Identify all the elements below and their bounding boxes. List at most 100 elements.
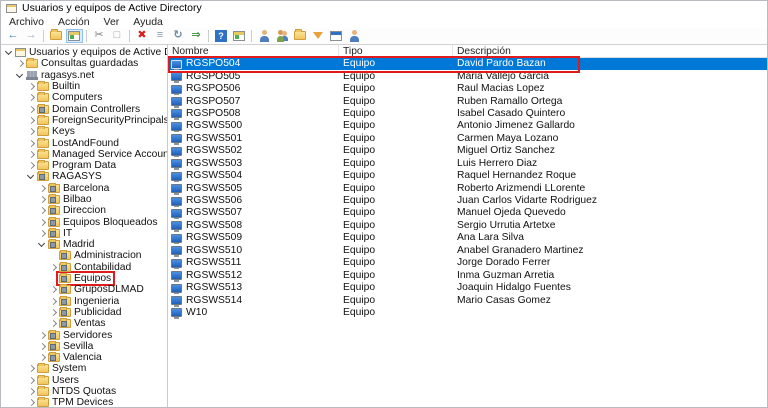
menu-ver[interactable]: Ver (104, 16, 120, 28)
new-user-icon[interactable] (256, 29, 273, 43)
table-row[interactable]: RGSWS500 Equipo Antonio Jimenez Gallardo (168, 120, 767, 132)
expander-chevron-icon[interactable] (26, 161, 35, 170)
delete-icon[interactable]: ✖ (134, 29, 151, 43)
tree-item-equipos[interactable]: Equipos (1, 273, 167, 284)
expander-chevron-icon[interactable] (26, 398, 35, 407)
tree-item-ingenieria[interactable]: Ingenieria (1, 296, 167, 307)
menu-archivo[interactable]: Archivo (9, 16, 44, 28)
table-row[interactable]: RGSWS511 Equipo Jorge Dorado Ferrer (168, 257, 767, 269)
expander-chevron-icon[interactable] (4, 48, 13, 57)
table-row[interactable]: RGSWS507 Equipo Manuel Ojeda Quevedo (168, 207, 767, 219)
table-row[interactable]: RGSPO505 Equipo Maria Vallejo Garcia (168, 70, 767, 82)
column-header-descripcion[interactable]: Descripción (453, 45, 767, 58)
table-row[interactable]: RGSPO504 Equipo David Pardo Bazan (168, 58, 767, 70)
expander-chevron-icon[interactable] (26, 364, 35, 373)
expander-chevron-icon[interactable] (48, 263, 57, 272)
show-console-tree-icon[interactable] (66, 29, 83, 43)
tree-item-computers[interactable]: Computers (1, 92, 167, 103)
expander-chevron-icon[interactable] (37, 342, 46, 351)
table-row[interactable]: RGSWS514 Equipo Mario Casas Gomez (168, 294, 767, 306)
tree-item-gruposdlmad[interactable]: GruposDLMAD (1, 284, 167, 295)
tree-item-users[interactable]: Users (1, 375, 167, 386)
help-icon[interactable]: ? (213, 29, 230, 43)
expander-chevron-icon[interactable] (26, 93, 35, 102)
expander-chevron-icon[interactable] (37, 229, 46, 238)
new-ou-icon[interactable] (292, 29, 309, 43)
tree-item-usuarios-y-equipos-de-active-directory-dc01rg[interactable]: Usuarios y equipos de Active Directory [… (1, 47, 167, 58)
tree-item-ragasys[interactable]: RAGASYS (1, 171, 167, 182)
cut-icon[interactable]: ✂ (91, 29, 108, 43)
table-row[interactable]: RGSPO507 Equipo Ruben Ramallo Ortega (168, 95, 767, 107)
list-view-icon[interactable]: ≡ (152, 29, 169, 43)
expander-chevron-icon[interactable] (26, 116, 35, 125)
expander-chevron-icon[interactable] (48, 251, 57, 260)
tree-item-program-data[interactable]: Program Data (1, 160, 167, 171)
back-icon[interactable]: ← (5, 29, 22, 43)
tree-item-barcelona[interactable]: Barcelona (1, 183, 167, 194)
up-one-level-icon[interactable] (48, 29, 65, 43)
tree-item-system[interactable]: System (1, 363, 167, 374)
table-row[interactable]: W10 Equipo (168, 307, 767, 319)
set-filter-icon[interactable] (310, 29, 327, 43)
table-row[interactable]: RGSWS509 Equipo Ana Lara Silva (168, 232, 767, 244)
tree-item-bilbao[interactable]: Bilbao (1, 194, 167, 205)
expander-chevron-icon[interactable] (37, 353, 46, 362)
expander-chevron-icon[interactable] (48, 274, 57, 283)
expander-chevron-icon[interactable] (48, 319, 57, 328)
table-row[interactable]: RGSWS501 Equipo Carmen Maya Lozano (168, 133, 767, 145)
tree-item-ntds-quotas[interactable]: NTDS Quotas (1, 386, 167, 397)
table-row[interactable]: RGSWS505 Equipo Roberto Arizmendi LLoren… (168, 182, 767, 194)
expander-chevron-icon[interactable] (37, 184, 46, 193)
expander-chevron-icon[interactable] (26, 82, 35, 91)
expander-chevron-icon[interactable] (37, 240, 46, 249)
expander-chevron-icon[interactable] (37, 218, 46, 227)
expander-chevron-icon[interactable] (26, 376, 35, 385)
tree-item-domain-controllers[interactable]: Domain Controllers (1, 103, 167, 114)
menu-ayuda[interactable]: Ayuda (133, 16, 163, 28)
tree-item-madrid[interactable]: Madrid (1, 239, 167, 250)
expander-chevron-icon[interactable] (15, 59, 24, 68)
expander-chevron-icon[interactable] (26, 139, 35, 148)
tree-item-keys[interactable]: Keys (1, 126, 167, 137)
tree-item-equipos-bloqueados[interactable]: Equipos Bloqueados (1, 216, 167, 227)
tree-item-it[interactable]: IT (1, 228, 167, 239)
refresh-icon[interactable]: ↻ (170, 29, 187, 43)
tree-item-sevilla[interactable]: Sevilla (1, 341, 167, 352)
dialog-icon[interactable] (328, 29, 345, 43)
expander-chevron-icon[interactable] (26, 105, 35, 114)
expander-chevron-icon[interactable] (26, 150, 35, 159)
properties-icon[interactable] (231, 29, 248, 43)
table-row[interactable]: RGSWS503 Equipo Luis Herrero Diaz (168, 158, 767, 170)
forward-icon[interactable]: → (23, 29, 40, 43)
tree-item-consultas-guardadas[interactable]: Consultas guardadas (1, 58, 167, 69)
export-list-icon[interactable]: ⇒ (188, 29, 205, 43)
tree-item-builtin[interactable]: Builtin (1, 81, 167, 92)
table-row[interactable]: RGSWS508 Equipo Sergio Urrutia Artetxe (168, 220, 767, 232)
table-row[interactable]: RGSWS510 Equipo Anabel Granadero Martine… (168, 245, 767, 257)
table-row[interactable]: RGSPO506 Equipo Raul Macias Lopez (168, 83, 767, 95)
new-group-icon[interactable] (274, 29, 291, 43)
user-key-icon[interactable] (346, 29, 363, 43)
table-row[interactable]: RGSWS513 Equipo Joaquin Hidalgo Fuentes (168, 282, 767, 294)
expander-chevron-icon[interactable] (37, 206, 46, 215)
expander-chevron-icon[interactable] (48, 297, 57, 306)
tree-item-foreignsecurityprincipals[interactable]: ForeignSecurityPrincipals (1, 115, 167, 126)
tree-item-servidores[interactable]: Servidores (1, 329, 167, 340)
expander-chevron-icon[interactable] (37, 331, 46, 340)
expander-chevron-icon[interactable] (26, 387, 35, 396)
tree-item-ragasys-net[interactable]: ragasys.net (1, 70, 167, 81)
tree-item-tpm-devices[interactable]: TPM Devices (1, 397, 167, 407)
expander-chevron-icon[interactable] (26, 127, 35, 136)
expander-chevron-icon[interactable] (48, 308, 57, 317)
tree-item-lostandfound[interactable]: LostAndFound (1, 137, 167, 148)
expander-chevron-icon[interactable] (37, 195, 46, 204)
tree-item-contabilidad[interactable]: Contabilidad (1, 262, 167, 273)
tree-item-ventas[interactable]: Ventas (1, 318, 167, 329)
table-row[interactable]: RGSWS502 Equipo Miguel Ortiz Sanchez (168, 145, 767, 157)
tree-item-managed-service-accounts[interactable]: Managed Service Accounts (1, 149, 167, 160)
column-header-nombre[interactable]: Nombre (168, 45, 339, 58)
menu-accion[interactable]: Acción (58, 16, 90, 28)
table-row[interactable]: RGSWS504 Equipo Raquel Hernandez Roque (168, 170, 767, 182)
expander-chevron-icon[interactable] (15, 71, 24, 80)
table-row[interactable]: RGSPO508 Equipo Isabel Casado Quintero (168, 108, 767, 120)
